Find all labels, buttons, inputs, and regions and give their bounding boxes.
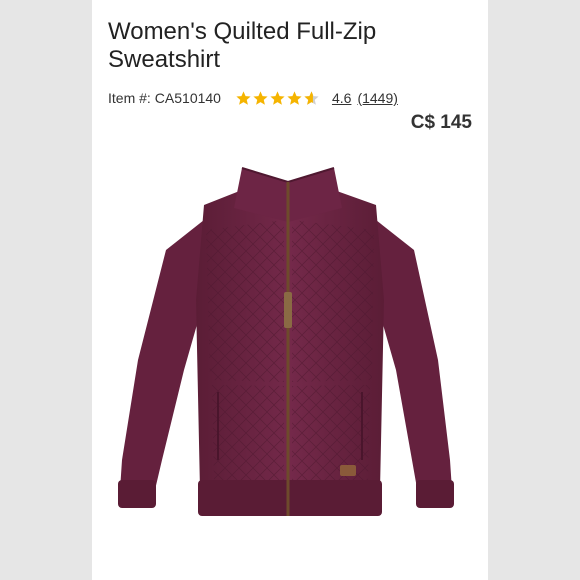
product-title: Women's Quilted Full-Zip Sweatshirt	[108, 18, 377, 73]
left-margin	[0, 0, 92, 580]
item-number: CA510140	[154, 90, 221, 106]
product-card: Women's Quilted Full-Zip Sweatshirt Item…	[92, 0, 488, 580]
rating-value-link[interactable]: 4.6	[332, 90, 351, 106]
half-star-icon	[304, 90, 319, 105]
star-icon	[236, 90, 251, 105]
star-icon	[253, 90, 268, 105]
rating-stars[interactable]	[235, 90, 320, 107]
star-icon	[287, 90, 302, 105]
right-margin	[488, 0, 580, 580]
item-label: Item #:	[108, 90, 151, 106]
review-count-link[interactable]: (1449)	[357, 90, 397, 106]
product-meta: Item #: CA510140 4.6 (1449)	[108, 88, 404, 108]
sweatshirt-image	[118, 167, 454, 516]
product-price: C$ 145	[410, 112, 472, 133]
star-icon	[270, 90, 285, 105]
